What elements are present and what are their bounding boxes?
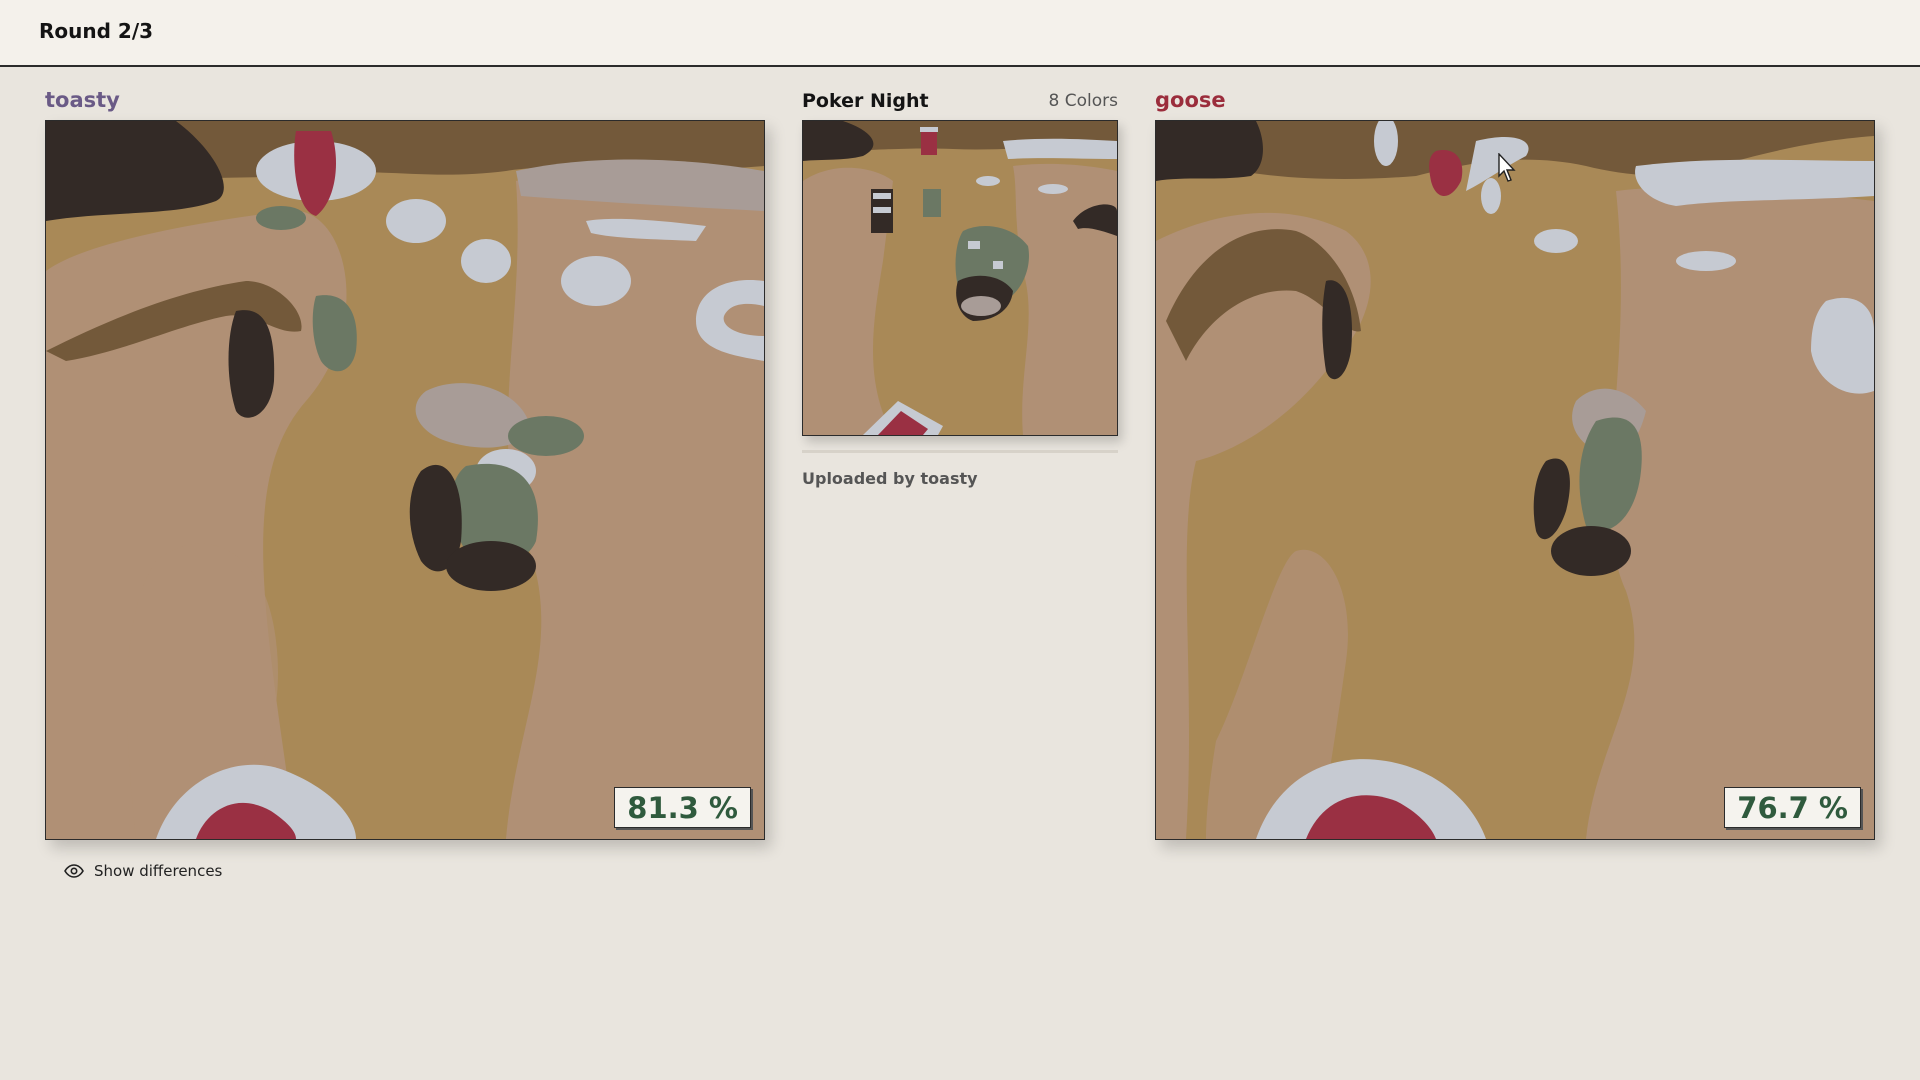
reference-image <box>802 120 1118 436</box>
painting-left <box>46 121 764 839</box>
reference-photo <box>803 121 1117 435</box>
top-bar: Round 2/3 <box>0 0 1920 67</box>
player-name-right: goose <box>1155 88 1226 112</box>
uploaded-by: Uploaded by toasty <box>802 469 978 488</box>
player-name-left: toasty <box>45 88 120 112</box>
divider <box>802 450 1118 453</box>
show-differences-label: Show differences <box>94 862 223 880</box>
mouse-pointer-icon <box>1498 153 1516 182</box>
score-badge-left: 81.3 % <box>614 787 751 828</box>
show-differences-toggle[interactable]: Show differences <box>64 862 222 880</box>
painting-right <box>1156 121 1874 839</box>
round-indicator: Round 2/3 <box>39 19 154 43</box>
reference-title: Poker Night <box>802 90 929 112</box>
score-badge-right: 76.7 % <box>1724 787 1861 828</box>
eye-icon <box>64 864 84 878</box>
color-count: 8 Colors <box>1048 91 1118 111</box>
player-canvas-right[interactable]: 76.7 % <box>1155 120 1875 840</box>
player-canvas-left[interactable]: 81.3 % <box>45 120 765 840</box>
